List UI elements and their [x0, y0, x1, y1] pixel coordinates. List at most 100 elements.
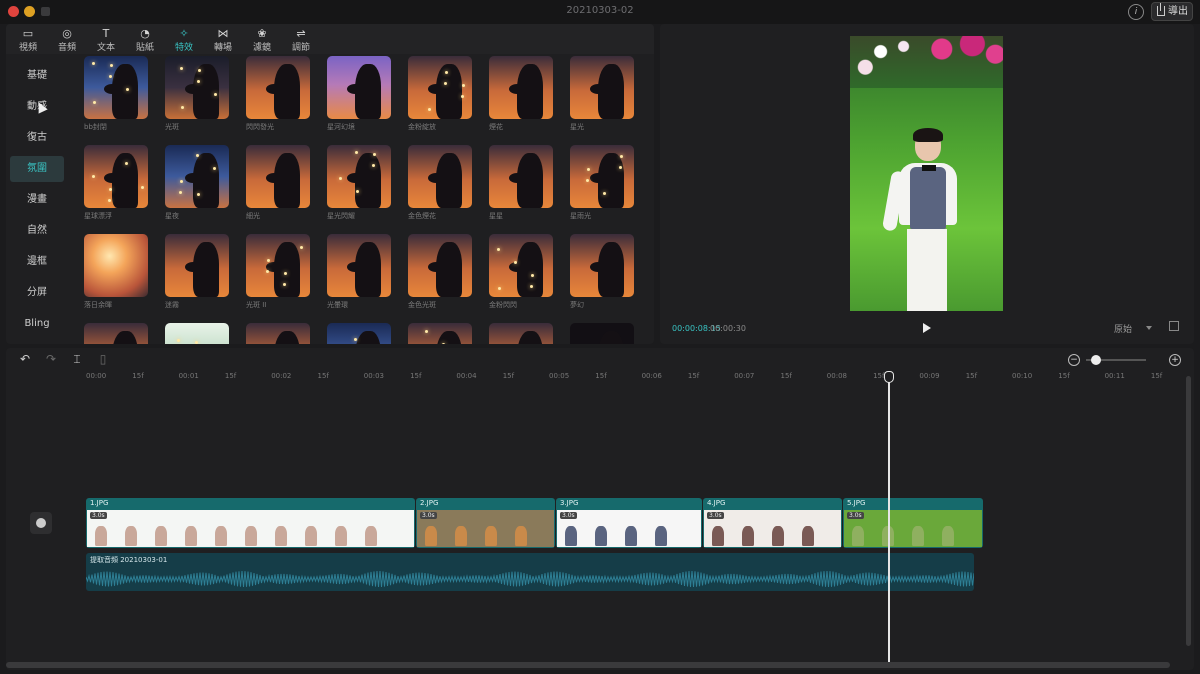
- effect-thumbnail[interactable]: [489, 56, 553, 119]
- text-icon: T: [102, 27, 110, 40]
- tab-transition[interactable]: ⋈ 轉場: [203, 26, 243, 54]
- silhouette: [428, 242, 462, 297]
- effect-thumbnail[interactable]: [408, 234, 472, 297]
- effect-thumbnail[interactable]: [489, 323, 553, 344]
- sparkle-icon: [283, 283, 286, 286]
- sparkle-icon: [355, 151, 358, 154]
- effect-thumbnail[interactable]: [165, 56, 229, 119]
- clip-name: 1.JPG: [90, 499, 109, 507]
- effect-thumbnail[interactable]: [246, 323, 310, 344]
- category-item[interactable]: 邊框: [10, 249, 64, 275]
- effect-thumbnail[interactable]: [246, 56, 310, 119]
- video-clip[interactable]: 5.JPG 3.0s: [843, 498, 983, 548]
- effect-thumbnail[interactable]: [489, 234, 553, 297]
- fullscreen-icon[interactable]: [1169, 321, 1179, 331]
- clip-frames: [557, 510, 701, 547]
- effect-name: 金色煙花: [408, 212, 436, 220]
- frame-figure: [712, 526, 724, 546]
- effect-thumbnail[interactable]: [570, 234, 634, 297]
- redo-icon[interactable]: ↷: [44, 352, 58, 366]
- sparkle-icon: [214, 93, 217, 96]
- video-clip[interactable]: 2.JPG 3.0s: [416, 498, 555, 548]
- video-clip[interactable]: 1.JPG 3.0s: [86, 498, 415, 548]
- video-clip[interactable]: 3.JPG 3.0s: [556, 498, 702, 548]
- category-item[interactable]: 分屏: [10, 280, 64, 306]
- effect-thumbnail[interactable]: [408, 145, 472, 208]
- export-button[interactable]: 導出: [1151, 2, 1193, 21]
- time-ruler[interactable]: 00:00 15f 00:01 15f 00:02 15f 00:03 15f 00:04 15f…: [6, 372, 1194, 386]
- timeline-panel: ↶ ↷ ⌶ ▯ − + 00:00 15f 00:01 15f 00:02 15f 00:0…: [6, 348, 1194, 670]
- sparkle-icon: [92, 62, 95, 65]
- category-item[interactable]: 復古: [10, 125, 64, 151]
- sparkle-icon: [498, 287, 501, 290]
- tab-filter[interactable]: ❀ 濾鏡: [242, 26, 282, 54]
- effect-thumbnail[interactable]: [84, 234, 148, 297]
- zoom-slider-knob[interactable]: [1091, 355, 1101, 365]
- tab-label: 文本: [96, 43, 115, 53]
- category-item[interactable]: Bling: [10, 311, 64, 337]
- ruler-tick: 15f: [595, 372, 607, 380]
- silhouette: [428, 153, 462, 208]
- category-item[interactable]: 自然: [10, 218, 64, 244]
- effect-thumbnail[interactable]: [246, 145, 310, 208]
- sparkle-icon: [530, 285, 533, 288]
- category-item[interactable]: 漫畫: [10, 187, 64, 213]
- play-icon[interactable]: [923, 323, 931, 333]
- tab-text[interactable]: T 文本: [86, 26, 126, 54]
- effect-thumbnail[interactable]: [327, 323, 391, 344]
- category-item[interactable]: 氛圍: [10, 156, 64, 182]
- horizontal-scrollbar[interactable]: [6, 662, 1170, 668]
- zoom-out-icon[interactable]: −: [1068, 354, 1080, 366]
- effect-thumbnail[interactable]: [408, 323, 472, 344]
- effect-thumbnail[interactable]: [327, 145, 391, 208]
- effect-thumbnail[interactable]: [84, 323, 148, 344]
- split-icon[interactable]: ⌶: [70, 352, 84, 366]
- tab-label: 特效: [174, 43, 193, 53]
- title-bar: 20210303-02 i 導出: [0, 0, 1200, 24]
- effect-thumbnail[interactable]: [489, 145, 553, 208]
- effect-thumbnail[interactable]: [84, 56, 148, 119]
- undo-icon[interactable]: ↶: [18, 352, 32, 366]
- effect-thumbnail[interactable]: [570, 323, 634, 344]
- chevron-down-icon[interactable]: [1146, 326, 1152, 330]
- sparkle-icon: [267, 259, 270, 262]
- tab-video[interactable]: ▭ 視頻: [8, 26, 48, 54]
- tab-adjust[interactable]: ⇌ 調節: [281, 26, 321, 54]
- sparkle-icon: [462, 84, 465, 87]
- tab-sticker[interactable]: ◔ 貼紙: [125, 26, 165, 54]
- tab-effects[interactable]: ✧ 特效: [164, 26, 204, 54]
- effect-thumbnail[interactable]: [246, 234, 310, 297]
- effect-thumbnail[interactable]: [165, 145, 229, 208]
- effect-thumbnail[interactable]: [165, 323, 229, 344]
- delete-icon[interactable]: ▯: [96, 352, 110, 366]
- category-item[interactable]: 基礎: [10, 63, 64, 89]
- clip-name: 2.JPG: [420, 499, 439, 507]
- frame-figure: [742, 526, 754, 546]
- ruler-tick: 15f: [224, 372, 237, 380]
- frame-figure: [772, 526, 784, 546]
- effect-thumbnail[interactable]: [327, 56, 391, 119]
- sparkle-icon: [425, 330, 428, 333]
- export-label: 導出: [1168, 6, 1188, 17]
- frame-figure: [335, 526, 347, 546]
- silhouette: [347, 153, 381, 208]
- sparkle-icon: [125, 162, 128, 165]
- effect-thumbnail[interactable]: [408, 56, 472, 119]
- ruler-tick: 00:06: [641, 372, 662, 380]
- effect-name: 星球漂浮: [84, 212, 112, 220]
- effect-thumbnail[interactable]: [84, 145, 148, 208]
- audio-clip[interactable]: 提取音頻 20210303-01: [86, 553, 974, 591]
- tab-audio[interactable]: ◎ 音頻: [47, 26, 87, 54]
- effect-thumbnail[interactable]: [570, 145, 634, 208]
- effect-thumbnail[interactable]: [165, 234, 229, 297]
- effect-thumbnail[interactable]: [570, 56, 634, 119]
- cover-icon[interactable]: [30, 512, 52, 534]
- vertical-scrollbar[interactable]: [1186, 376, 1191, 646]
- video-clip[interactable]: 4.JPG 3.0s: [703, 498, 842, 548]
- sparkle-icon: [619, 166, 622, 169]
- playhead[interactable]: [884, 371, 894, 662]
- effect-thumbnail[interactable]: [327, 234, 391, 297]
- aspect-ratio-select[interactable]: 原始: [1114, 322, 1132, 335]
- zoom-in-icon[interactable]: +: [1169, 354, 1181, 366]
- info-icon[interactable]: i: [1128, 4, 1144, 20]
